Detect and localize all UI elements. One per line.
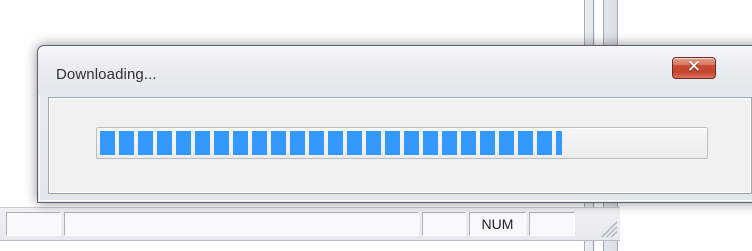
desktop-scene: NUM Downloading... ✕ bbox=[0, 0, 752, 251]
dialog-content bbox=[48, 97, 752, 194]
status-pane-num: NUM bbox=[469, 212, 526, 236]
status-pane bbox=[6, 212, 61, 236]
num-lock-indicator: NUM bbox=[481, 216, 514, 232]
status-pane bbox=[529, 212, 575, 236]
close-button[interactable]: ✕ bbox=[672, 57, 716, 79]
progress-fill bbox=[100, 131, 563, 155]
resize-grip[interactable] bbox=[601, 221, 617, 237]
dialog-titlebar[interactable]: Downloading... ✕ bbox=[38, 46, 752, 95]
status-pane bbox=[422, 212, 466, 236]
downloading-dialog: Downloading... ✕ bbox=[37, 45, 752, 203]
status-pane bbox=[64, 212, 419, 236]
progress-bar bbox=[96, 127, 708, 159]
status-bar: NUM bbox=[0, 207, 620, 241]
dialog-title: Downloading... bbox=[56, 66, 157, 83]
close-icon: ✕ bbox=[686, 57, 702, 77]
